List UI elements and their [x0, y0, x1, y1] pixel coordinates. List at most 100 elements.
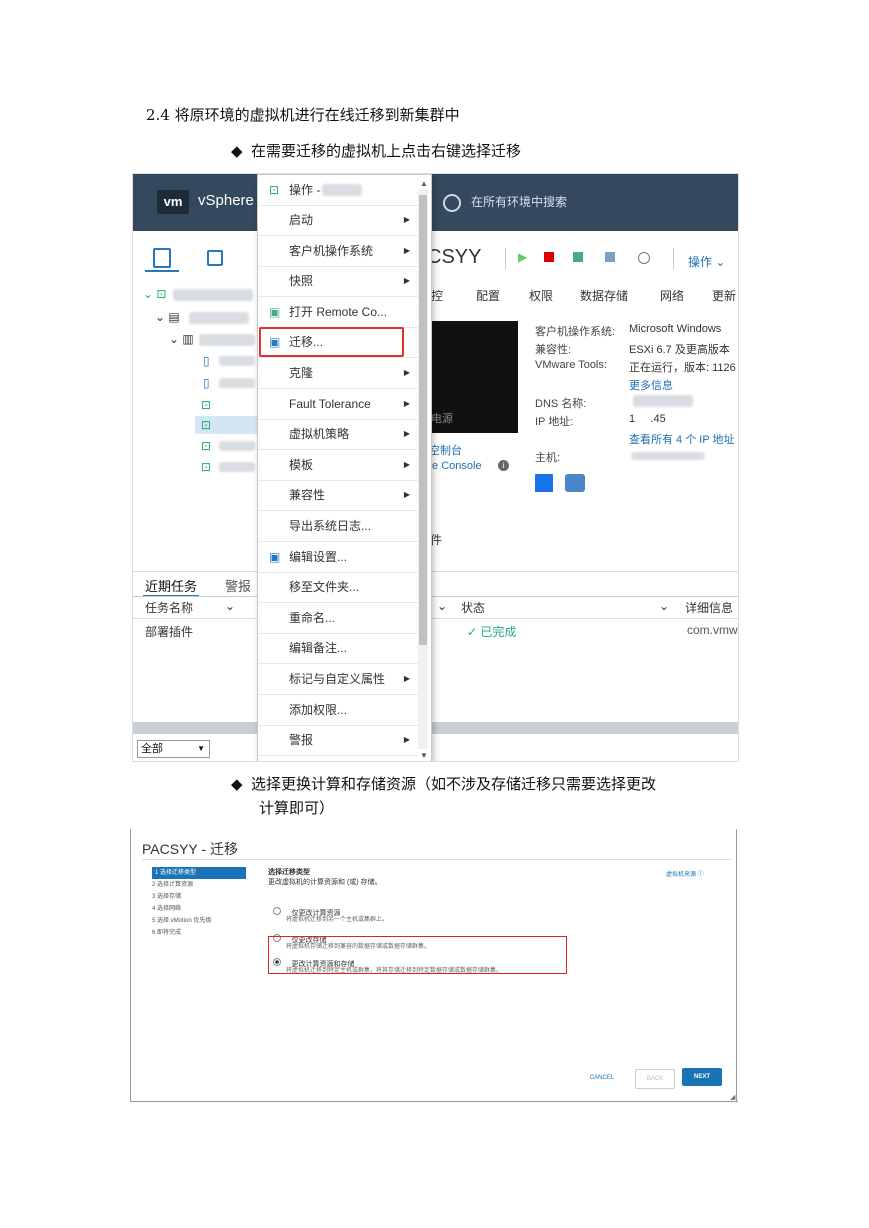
menu-item[interactable]: 编辑设置... ▣: [258, 542, 418, 573]
col-details[interactable]: 详细信息: [685, 599, 733, 616]
menu-item[interactable]: 添加权限...: [258, 695, 418, 726]
actions-dropdown[interactable]: 操作 ⌄: [688, 253, 725, 270]
next-button[interactable]: NEXT: [682, 1068, 722, 1086]
tab-recent-tasks[interactable]: 近期任务: [145, 576, 197, 595]
menu-item-label: 添加权限...: [289, 702, 348, 717]
bullet-diamond-icon: ◆: [231, 775, 243, 793]
resize-grip-icon[interactable]: ◢: [730, 1093, 735, 1101]
power-on-icon[interactable]: ▶: [518, 250, 527, 264]
bullet-item-2: ◆ 选择更换计算和存储资源（如不涉及存储迁移只需要选择更改: [231, 773, 751, 795]
tab-monitor[interactable]: 控: [431, 287, 443, 304]
remote-console-link[interactable]: te Console: [429, 460, 482, 472]
menu-item[interactable]: Fault Tolerance ▶: [258, 389, 418, 420]
submenu-arrow-icon: ▶: [403, 215, 410, 224]
tree-row[interactable]: ⌄ ⊡: [143, 287, 166, 301]
back-button[interactable]: BACK: [635, 1069, 675, 1089]
menu-item-label: 模板: [289, 457, 314, 472]
menu-item[interactable]: 重命名...: [258, 603, 418, 634]
task-filter-select[interactable]: 全部 ▼: [137, 740, 210, 758]
vm-running-icon[interactable]: ⊡: [201, 439, 211, 453]
vms-templates-icon[interactable]: [207, 250, 223, 266]
os-value: Microsoft Windows: [629, 323, 722, 335]
task-filter-value: 全部: [141, 743, 163, 755]
divider: [142, 859, 732, 860]
power-off-icon[interactable]: [544, 252, 554, 262]
view-all-ip-link[interactable]: 查看所有 4 个 IP 地址: [629, 431, 735, 447]
vm-icon[interactable]: ▯: [203, 354, 210, 368]
tree-row[interactable]: ⌄ ▤: [155, 310, 180, 324]
submenu-arrow-icon: ▶: [403, 674, 410, 683]
remote-console-icon: ▣: [269, 304, 281, 319]
menu-item[interactable]: 警报 ▶: [258, 725, 418, 757]
info-icon[interactable]: i: [498, 460, 509, 471]
menu-item[interactable]: 克隆 ▶: [258, 358, 418, 389]
tab-networks[interactable]: 网络: [660, 287, 684, 304]
vm-icon[interactable]: ▯: [203, 376, 210, 390]
cancel-button[interactable]: CANCEL: [582, 1069, 622, 1087]
vm-origin-link[interactable]: 虚拟机来源 ⓘ: [666, 869, 704, 878]
compat-label: 兼容性:: [535, 344, 572, 356]
search-input[interactable]: 在所有环境中搜索: [471, 193, 567, 210]
menu-item[interactable]: 兼容性 ▶: [258, 480, 418, 512]
wizard-step[interactable]: 3 选择存储: [152, 891, 246, 903]
menu-item[interactable]: 标记与自定义属性 ▶: [258, 664, 418, 695]
compat-value: ESXi 6.7 及更高版本: [629, 344, 730, 356]
redacted-datacenter: [173, 289, 253, 301]
edit-settings-icon: ▣: [269, 549, 281, 564]
settings-icon[interactable]: [638, 252, 650, 264]
tab-datastores[interactable]: 数据存储: [580, 287, 628, 304]
col-sort-icon[interactable]: ⌄: [225, 599, 235, 613]
menu-scroll-thumb[interactable]: [419, 195, 427, 645]
tab-configure[interactable]: 配置: [476, 287, 500, 304]
nav-active-indicator: [145, 270, 179, 272]
vm-running-icon[interactable]: ⊡: [201, 398, 211, 412]
col-task-name[interactable]: 任务名称: [145, 599, 193, 616]
tree-row[interactable]: ⌄ ▥: [169, 332, 194, 346]
menu-item[interactable]: 模板 ▶: [258, 450, 418, 481]
border-right: [736, 829, 737, 1102]
menu-item[interactable]: 快照 ▶: [258, 266, 418, 298]
section-title: 选择迁移类型: [268, 869, 310, 876]
menu-item[interactable]: 客户机操作系统 ▶: [258, 236, 418, 267]
wizard-step[interactable]: 1 选择迁移类型: [152, 867, 246, 879]
menu-item[interactable]: 启动 ▶: [258, 205, 418, 236]
migrate-icon[interactable]: [605, 252, 615, 262]
submenu-arrow-icon: ▶: [403, 398, 410, 408]
tab-updates[interactable]: 更新: [712, 287, 736, 304]
scroll-up-icon[interactable]: ▲: [420, 179, 428, 188]
border-bottom: [130, 1101, 738, 1102]
launch-console-link[interactable]: 空制台: [429, 442, 462, 458]
menu-item[interactable]: 编辑备注...: [258, 633, 418, 665]
radio-button[interactable]: [273, 907, 281, 915]
wizard-step[interactable]: 2 选择计算资源: [152, 879, 246, 891]
section-heading: 2.4 将原环境的虚拟机进行在线迁移到新集群中: [146, 106, 460, 124]
tab-alarms[interactable]: 警报: [225, 576, 251, 595]
section-subtitle: 更改虚拟机的计算资源和 (或) 存储。: [268, 879, 382, 886]
menu-item[interactable]: 导出系统日志...: [258, 511, 418, 542]
redacted-host-name: [631, 452, 705, 460]
menu-item[interactable]: 打开 Remote Co... ▣: [258, 297, 418, 328]
menu-item-label: Fault Tolerance: [289, 396, 371, 411]
ip-label: IP 地址:: [535, 416, 574, 428]
menu-item-label: 兼容性: [289, 488, 326, 503]
col-sort-icon[interactable]: ⌄: [437, 599, 447, 613]
wizard-step[interactable]: 6 即将完成: [152, 927, 246, 939]
windows-icon: [535, 474, 553, 492]
horizontal-scrollbar[interactable]: [133, 722, 738, 734]
search-icon[interactable]: [443, 194, 461, 212]
tab-permissions[interactable]: 权限: [529, 287, 553, 304]
scroll-down-icon[interactable]: ▼: [420, 751, 428, 760]
more-info-link[interactable]: 更多信息: [629, 377, 673, 393]
divider: [133, 618, 738, 619]
menu-item[interactable]: 移至文件夹...: [258, 572, 418, 604]
wizard-step[interactable]: 4 选择网络: [152, 903, 246, 915]
col-status[interactable]: 状态: [461, 599, 485, 616]
vm-running-icon[interactable]: ⊡: [201, 460, 211, 474]
menu-item[interactable]: 虚拟机策略 ▶: [258, 419, 418, 451]
col-sort-icon[interactable]: ⌄: [659, 599, 669, 613]
border-left: [130, 829, 131, 1102]
submenu-arrow-icon: ▶: [403, 429, 410, 439]
wizard-step[interactable]: 5 选择 vMotion 优先级: [152, 915, 246, 927]
console-icon[interactable]: [573, 252, 583, 262]
hosts-clusters-icon[interactable]: [153, 248, 171, 268]
